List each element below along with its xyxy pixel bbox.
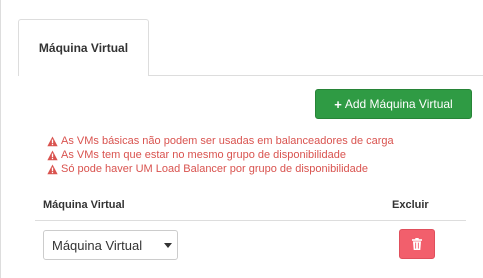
warning-text: As VMs básicas não podem ser usadas em b… [61,135,394,147]
tab-bar: Máquina Virtual [18,0,483,76]
trash-icon [412,238,422,250]
column-header-vm: Máquina Virtual [43,199,125,211]
vm-select[interactable]: Máquina Virtual [43,230,178,260]
warning-icon [47,163,58,174]
warning-icon [47,135,58,146]
column-header-delete: Excluir [392,199,429,211]
warning-text: As VMs tem que estar no mesmo grupo de d… [61,149,346,161]
plus-icon: + [334,96,342,112]
tab-maquina-virtual[interactable]: Máquina Virtual [18,19,149,76]
add-vm-button[interactable]: + Add Máquina Virtual [315,89,472,119]
warning-item: As VMs básicas não podem ser usadas em b… [47,134,394,148]
warning-text: Só pode haver UM Load Balancer por grupo… [61,163,368,175]
caret-down-icon [164,243,172,248]
tab-label: Máquina Virtual [38,40,129,55]
add-vm-button-label: Add Máquina Virtual [344,97,453,111]
warning-list: As VMs básicas não podem ser usadas em b… [47,134,394,176]
warning-item: As VMs tem que estar no mesmo grupo de d… [47,148,394,162]
warning-icon [47,149,58,160]
vm-select-value: Máquina Virtual [52,237,143,253]
warning-item: Só pode haver UM Load Balancer por grupo… [47,162,394,176]
table-header-divider [35,220,466,221]
delete-button[interactable] [399,229,435,259]
